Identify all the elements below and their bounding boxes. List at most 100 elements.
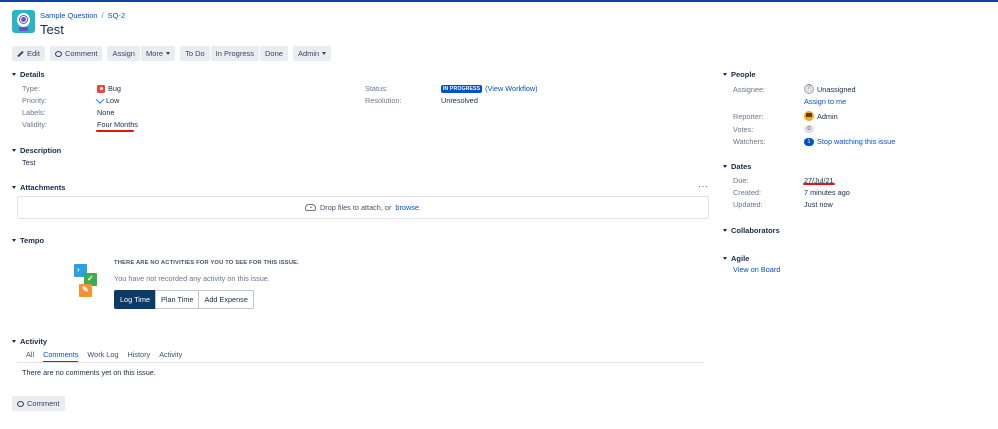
resolution-label: Resolution: <box>365 96 402 105</box>
votes-badge: 0 <box>804 125 814 133</box>
todo-button[interactable]: To Do <box>180 46 210 61</box>
collapse-icon <box>12 186 16 189</box>
log-time-button[interactable]: Log Time <box>114 290 157 309</box>
updated-value: Just now <box>804 200 833 209</box>
view-on-board-link[interactable]: View on Board <box>733 265 780 274</box>
admin-avatar-icon <box>804 111 814 121</box>
chevron-down-icon <box>166 52 171 55</box>
dates-heading: Dates <box>731 162 752 171</box>
assign-button[interactable]: Assign <box>107 46 140 61</box>
tempo-logo-orange: ✎ <box>79 284 92 297</box>
votes-value[interactable]: 0 <box>804 125 814 133</box>
footer-comment-button[interactable]: Comment <box>12 396 65 411</box>
tab-history[interactable]: History <box>127 350 150 362</box>
breadcrumb-issue-key[interactable]: SQ-2 <box>108 11 126 20</box>
updated-label: Updated: <box>733 200 763 209</box>
collaborators-heading: Collaborators <box>731 226 780 235</box>
activity-tabs: All Comments Work Log History Activity <box>26 350 182 362</box>
avatar-base <box>19 27 28 31</box>
comment-button[interactable]: Comment <box>49 46 103 61</box>
workflow-group-1: Assign More <box>107 46 176 61</box>
tempo-actions: Log Time Plan Time Add Expense <box>114 290 254 309</box>
description-toggle[interactable]: Description <box>12 146 61 155</box>
priority-low-icon <box>95 94 105 104</box>
tempo-empty-title: THERE ARE NO ACTIVITIES FOR YOU TO SEE F… <box>114 260 299 266</box>
more-button[interactable]: More <box>140 46 176 61</box>
status-label: Status: <box>365 84 388 93</box>
more-options-icon[interactable]: ··· <box>698 181 709 191</box>
plan-time-button[interactable]: Plan Time <box>155 290 200 309</box>
created-value: 7 minutes ago <box>804 188 850 197</box>
attachments-toggle[interactable]: Attachments <box>12 183 65 192</box>
in-progress-button[interactable]: In Progress <box>210 46 260 61</box>
collapse-icon <box>12 340 16 343</box>
annotation-underline <box>803 183 835 185</box>
activity-toggle[interactable]: Activity <box>12 337 47 346</box>
due-label: Due: <box>733 176 749 185</box>
annotation-underline <box>96 130 134 132</box>
breadcrumb-project[interactable]: Sample Question <box>40 11 98 20</box>
tempo-empty-subtitle: You have not recorded any activity on th… <box>114 274 270 283</box>
add-expense-button[interactable]: Add Expense <box>198 290 254 309</box>
priority-text: Low <box>106 96 120 105</box>
validity-label: Validity: <box>22 120 48 129</box>
tabs-divider <box>17 362 704 363</box>
tempo-toggle[interactable]: Tempo <box>12 236 44 245</box>
assignee-value[interactable]: Unassigned <box>804 84 856 94</box>
bug-icon <box>97 84 105 93</box>
edit-button[interactable]: Edit <box>12 46 45 61</box>
comment-icon <box>54 50 62 57</box>
issue-toolbar: Edit Comment Assign More To Do In Progre… <box>12 46 332 61</box>
collaborators-toggle[interactable]: Collaborators <box>723 226 780 235</box>
people-heading: People <box>731 70 756 79</box>
type-text: Bug <box>108 84 121 93</box>
collapse-icon <box>723 257 727 260</box>
assign-to-me-link[interactable]: Assign to me <box>804 97 846 106</box>
description-text[interactable]: Test <box>22 158 35 167</box>
no-comments-message: There are no comments yet on this issue. <box>22 368 156 377</box>
details-toggle[interactable]: Details <box>12 70 45 79</box>
watchers-badge[interactable]: 1 <box>804 137 814 146</box>
agile-toggle[interactable]: Agile <box>723 254 749 263</box>
assignee-text: Unassigned <box>817 84 856 94</box>
browse-link[interactable]: browse. <box>395 203 421 212</box>
view-workflow-link[interactable]: (View Workflow) <box>485 84 537 93</box>
breadcrumb: Sample Question / SQ-2 <box>40 11 125 20</box>
comment-icon <box>17 400 24 407</box>
dates-toggle[interactable]: Dates <box>723 162 751 171</box>
footer-comment-label: Comment <box>27 399 60 408</box>
unassigned-avatar-icon <box>804 84 814 94</box>
priority-value: Low <box>95 94 120 105</box>
project-avatar[interactable] <box>12 10 35 33</box>
breadcrumb-separator: / <box>101 11 104 20</box>
reporter-value[interactable]: Admin <box>804 111 838 121</box>
votes-label: Votes: <box>733 125 754 134</box>
people-toggle[interactable]: People <box>723 70 756 79</box>
admin-button[interactable]: Admin <box>292 46 332 61</box>
drop-text: Drop files to attach, or <box>320 203 392 212</box>
top-border <box>0 0 998 2</box>
tab-comments[interactable]: Comments <box>43 350 79 362</box>
tab-activity[interactable]: Activity <box>159 350 182 362</box>
tab-all[interactable]: All <box>26 350 34 362</box>
tab-work-log[interactable]: Work Log <box>87 350 118 362</box>
collapse-icon <box>12 149 16 152</box>
cloud-upload-icon <box>305 204 317 211</box>
tempo-heading: Tempo <box>20 236 45 245</box>
edit-label: Edit <box>27 49 40 58</box>
watchers-label: Watchers: <box>733 137 766 146</box>
labels-value[interactable]: None <box>97 108 114 117</box>
validity-value[interactable]: Four Months <box>97 120 138 129</box>
collapse-icon <box>12 73 16 76</box>
attachment-dropzone[interactable]: Drop files to attach, or browse. <box>17 196 709 219</box>
stop-watching-link[interactable]: Stop watching this issue <box>817 137 895 146</box>
done-button[interactable]: Done <box>260 46 288 61</box>
more-label: More <box>145 49 164 58</box>
created-label: Created: <box>733 188 761 197</box>
tempo-logo: › ✓ ✎ <box>74 264 98 300</box>
status-value: IN PROGRESS (View Workflow) <box>441 84 538 93</box>
collapse-icon <box>723 165 727 168</box>
description-heading: Description <box>20 146 62 155</box>
resolution-value: Unresolved <box>441 96 478 105</box>
avatar-eye <box>20 16 27 23</box>
